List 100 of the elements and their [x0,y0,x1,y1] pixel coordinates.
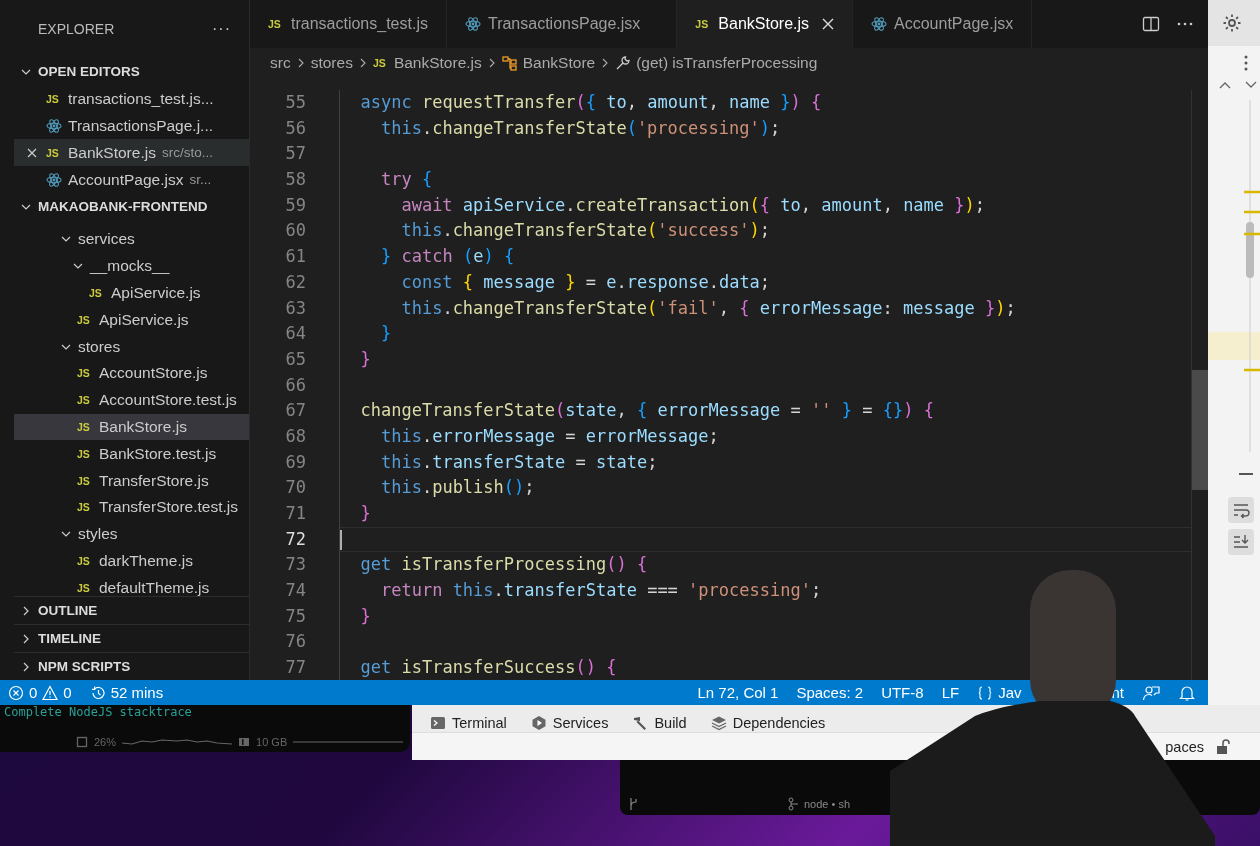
memory-usage: 10 GB [256,736,288,748]
open-editor-item[interactable]: JS transactions_test.js... [14,85,249,112]
code-line: get isTransferProcessing() { [359,553,648,577]
file-item[interactable]: JS BankStore.test.js [14,440,249,468]
file-item[interactable]: JS AccountStore.test.js [14,386,249,414]
atom-icon [46,171,62,188]
section-header[interactable]: OPEN EDITORS [14,58,249,85]
file-item[interactable]: JS BankStore.js [14,413,249,441]
close-icon [26,146,38,159]
soft-wrap-icon[interactable] [1228,497,1254,523]
scroll-to-end-icon[interactable] [1228,529,1254,555]
file-item[interactable]: JS ApiService.js [14,306,249,334]
open-editor-item[interactable]: TransactionsPage.j... [14,112,249,139]
folder-item[interactable]: stores [14,333,249,360]
code-line: await apiService.createTransaction({ to, amount, name }); [400,193,986,217]
file-item[interactable]: JS ApiService.js [14,279,249,307]
js-file-icon: JS [77,554,93,567]
editor-tab[interactable]: AccountPage.jsx [853,0,1033,48]
open-editor-item[interactable]: JS BankStore.js src/sto... [14,139,249,166]
line-number: 60 [284,219,306,243]
editor-tab[interactable]: JS BankStore.js [677,0,854,48]
line-number: 73 [284,553,306,577]
bell-icon[interactable] [1178,683,1196,702]
line-number: 75 [284,604,306,628]
line-number: 59 [284,193,306,217]
cursor-position[interactable]: Ln 72, Col 1 [697,684,779,701]
js-file-icon: JS [77,447,93,460]
split-editor-icon[interactable] [1142,15,1160,33]
breadcrumb-item[interactable]: JS BankStore.js [372,54,482,72]
section-header[interactable]: OUTLINE [14,596,249,624]
file-item[interactable]: JS defaultTheme.js [14,574,249,596]
terminal-title: node • sh [804,798,851,810]
code-line: this.changeTransferState('success'); [400,219,770,243]
tool-window-tab[interactable]: Services [530,713,609,732]
play-icon [530,714,547,731]
terminal-output: Complete NodeJS stacktrace [4,705,193,719]
js-file-icon: JS [695,18,712,30]
chevron-down-icon[interactable] [1245,80,1257,90]
feedback-icon[interactable] [1142,683,1160,702]
breadcrumb-item[interactable]: (get) isTransferProcessing [615,54,818,72]
editor-tab[interactable]: JS transactions_test.js [250,0,447,48]
minimize-icon[interactable] [1239,472,1253,476]
code-line: this.changeTransferState('processing'); [379,116,781,140]
file-item[interactable]: JS TransferStore.test.js [14,493,249,521]
open-editor-item[interactable]: AccountPage.jsx sr... [14,166,249,193]
js-file-icon: JS [77,394,93,407]
tool-window-tab[interactable]: Build [632,713,687,732]
js-file-icon: JS [46,146,62,159]
code-line: try { [379,168,433,192]
chevron-up-icon[interactable] [1219,80,1231,90]
line-number: 70 [284,476,306,500]
line-number: 62 [284,270,306,294]
line-number: 72 [284,527,306,551]
breadcrumb-item[interactable]: stores [310,54,353,72]
folder-item[interactable]: __mocks__ [14,252,249,280]
folder-item[interactable]: styles [14,520,249,548]
section-header[interactable]: MAKAOBANK-FRONTEND [14,193,249,220]
encoding[interactable]: UTF-8 [881,684,924,701]
line-number: 63 [284,296,306,320]
section-header[interactable]: TIMELINE [14,624,249,652]
code-line: this.errorMessage = errorMessage; [379,424,719,448]
scrollbar-thumb[interactable] [1192,370,1208,490]
time-tracker-button[interactable]: 52 mins [89,684,164,701]
file-item[interactable]: JS darkTheme.js [14,547,249,575]
memory-icon [238,736,251,748]
code-line: } [359,502,371,525]
line-number: 56 [284,116,306,140]
problems-button[interactable]: 0 0 [8,684,72,701]
breadcrumb-item[interactable]: BankStore [501,54,596,72]
settings-icon[interactable] [1222,13,1242,33]
code-line: changeTransferState(state, { errorMessage = '' } = {}) { [359,399,934,423]
status-text: paces [1165,738,1204,755]
history-icon [89,684,106,701]
js-file-icon: JS [89,287,105,299]
fork-icon [788,797,800,811]
js-file-icon: JS [77,501,93,514]
line-number: 65 [284,347,306,371]
line-number: 67 [284,399,306,423]
js-file-icon: JS [77,474,93,487]
unlock-icon [1216,738,1230,755]
close-icon[interactable] [822,18,835,30]
line-number: 57 [284,142,306,166]
indentation[interactable]: Spaces: 2 [796,684,864,701]
line-number: 55 [284,91,306,114]
line-number: 66 [284,373,306,397]
language-mode[interactable]: Jav [977,684,1022,701]
code-line: } [359,604,371,628]
more-button[interactable]: ··· [212,20,231,38]
tool-window-tab[interactable]: Dependencies [710,713,826,732]
line-ending[interactable]: LF [941,684,960,701]
line-number: 71 [284,502,306,525]
file-item[interactable]: JS AccountStore.js [14,360,249,387]
atom-icon [871,16,888,32]
error-icon [8,684,24,701]
more-vertical-icon[interactable] [1242,54,1250,72]
tool-window-tab[interactable]: Terminal [430,713,507,732]
branch-icon [628,797,638,811]
folder-item[interactable]: services [14,226,249,253]
breadcrumb-item[interactable]: src [270,54,291,72]
file-item[interactable]: JS TransferStore.js [14,467,249,494]
